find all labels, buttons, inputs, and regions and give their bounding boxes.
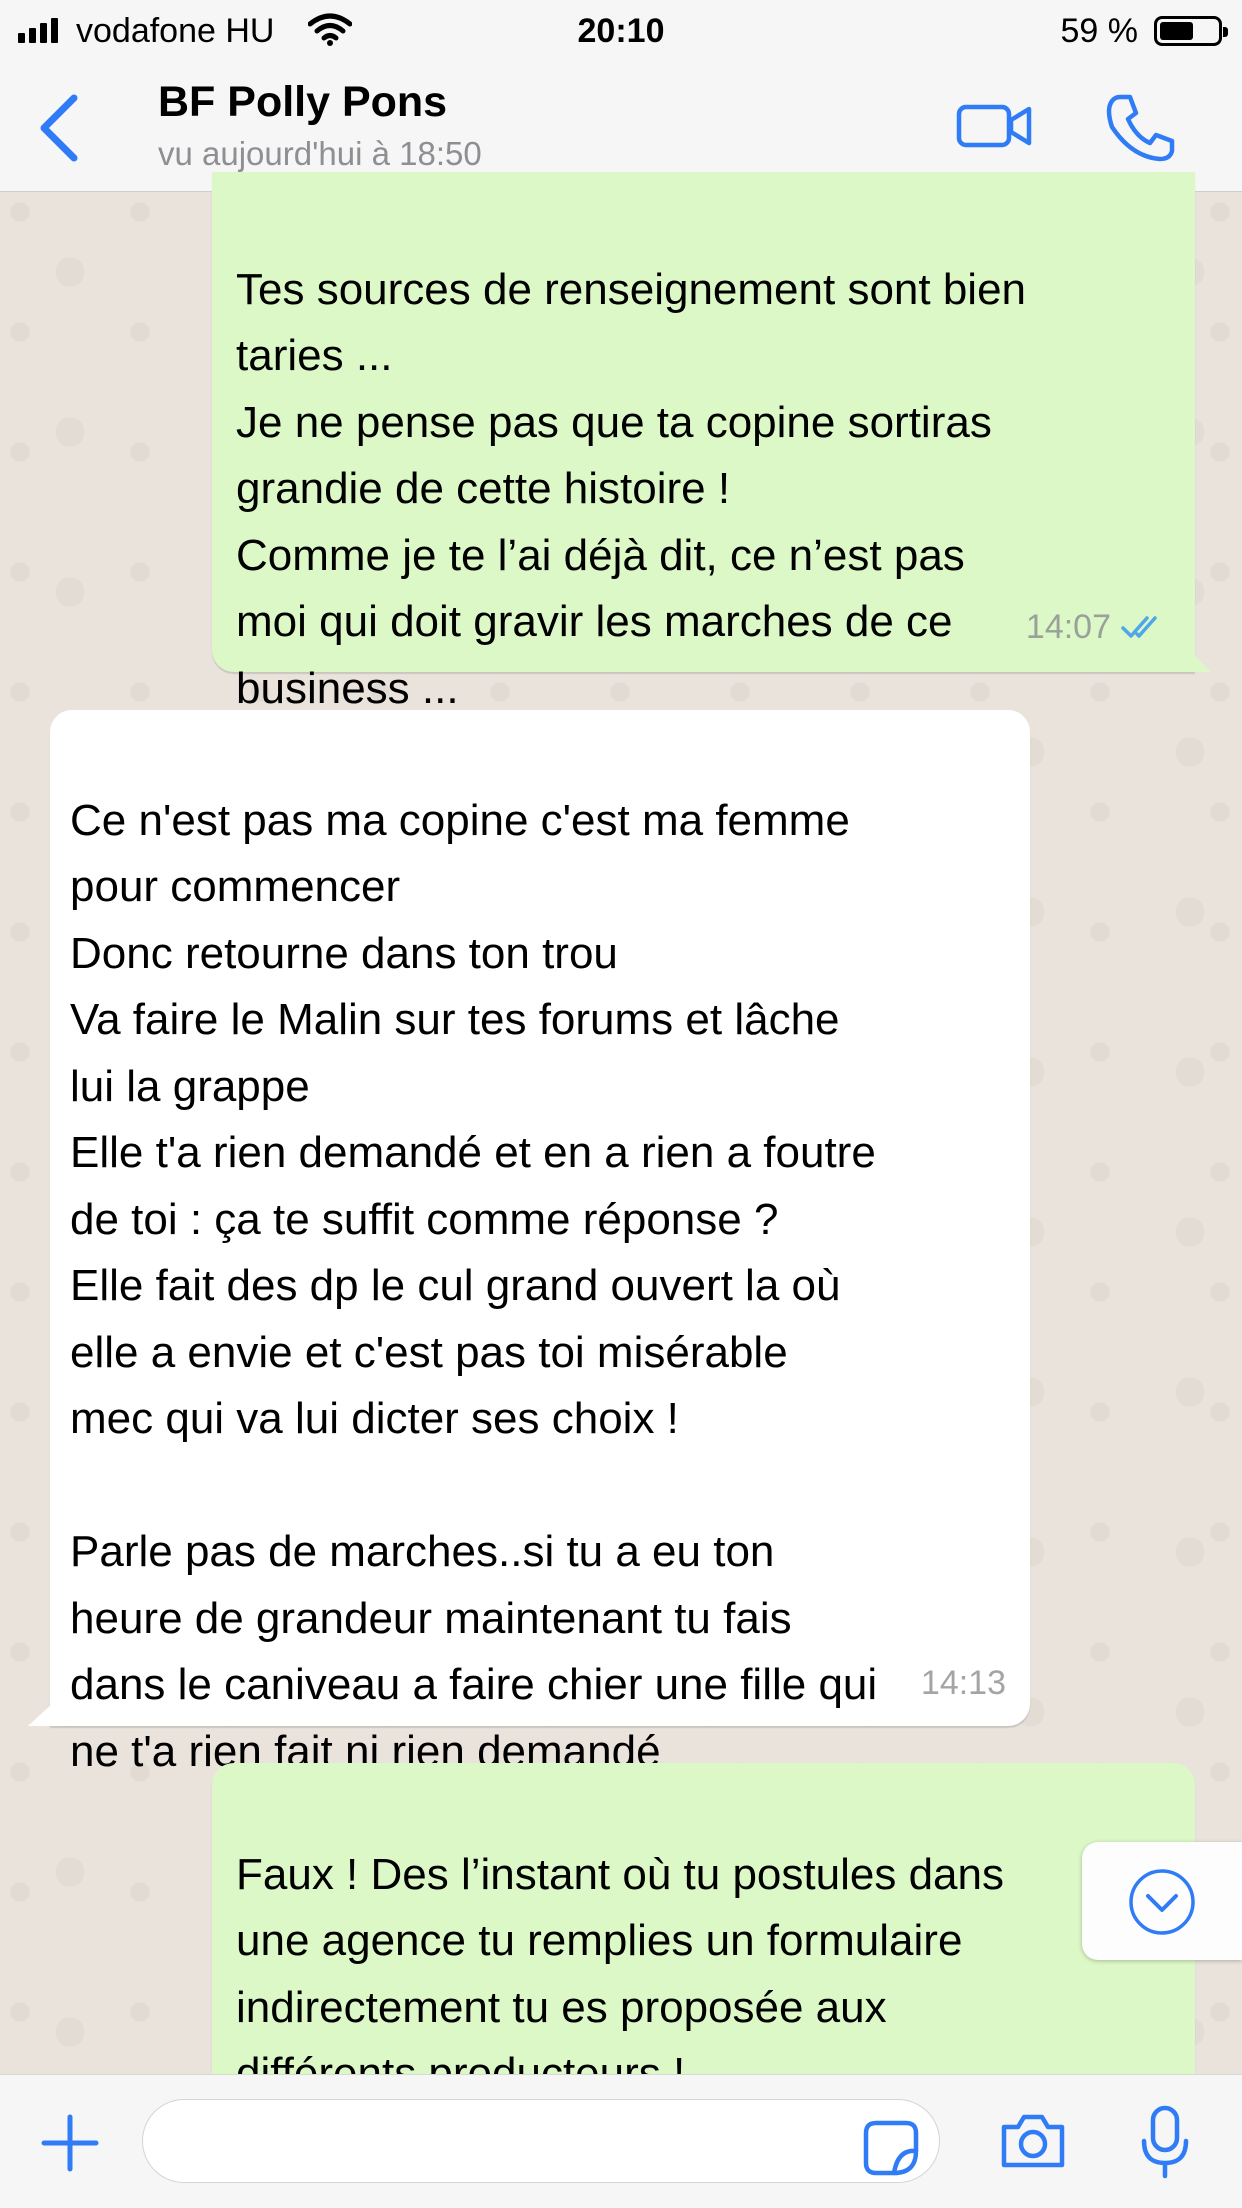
video-call-icon[interactable] — [955, 95, 1035, 155]
message-input-bar — [0, 2074, 1242, 2208]
status-bar: vodafone HU 20:10 59 % — [0, 0, 1242, 62]
message-input[interactable] — [142, 2099, 940, 2183]
back-chevron-icon[interactable] — [30, 88, 90, 168]
outgoing-message-bubble[interactable]: Tes sources de renseignement sont bien t… — [212, 172, 1211, 713]
sticker-icon[interactable] — [862, 2119, 920, 2177]
status-clock: 20:10 — [577, 12, 665, 50]
microphone-icon[interactable] — [1140, 2105, 1190, 2179]
double-check-read-icon — [1121, 616, 1157, 638]
camera-icon[interactable] — [998, 2111, 1068, 2171]
scroll-to-bottom-button[interactable] — [1082, 1842, 1242, 1960]
message-time: 14:13 — [920, 1663, 1006, 1702]
message-meta: 14:13 — [921, 1650, 1006, 1717]
contact-name[interactable]: BF Polly Pons — [158, 78, 447, 127]
battery-level-fill — [1160, 22, 1193, 40]
last-seen-status: vu aujourd'hui à 18:50 — [158, 135, 482, 172]
bubble-tail — [1191, 652, 1211, 672]
message-time: 14:07 — [1025, 607, 1111, 646]
battery-icon — [1154, 16, 1228, 46]
message-text: Ce n'est pas ma copine c'est ma femme po… — [70, 795, 878, 1776]
message-meta: 14:07 — [1026, 594, 1167, 661]
chevron-down-circle-icon — [1129, 1869, 1195, 1935]
plus-icon[interactable] — [40, 2113, 100, 2173]
incoming-message-bubble[interactable]: Ce n'est pas ma copine c'est ma femme po… — [28, 710, 1030, 1776]
phone-call-icon[interactable] — [1100, 87, 1180, 167]
bubble-tail — [28, 1704, 52, 1726]
battery-percentage: 59 % — [1060, 12, 1139, 50]
